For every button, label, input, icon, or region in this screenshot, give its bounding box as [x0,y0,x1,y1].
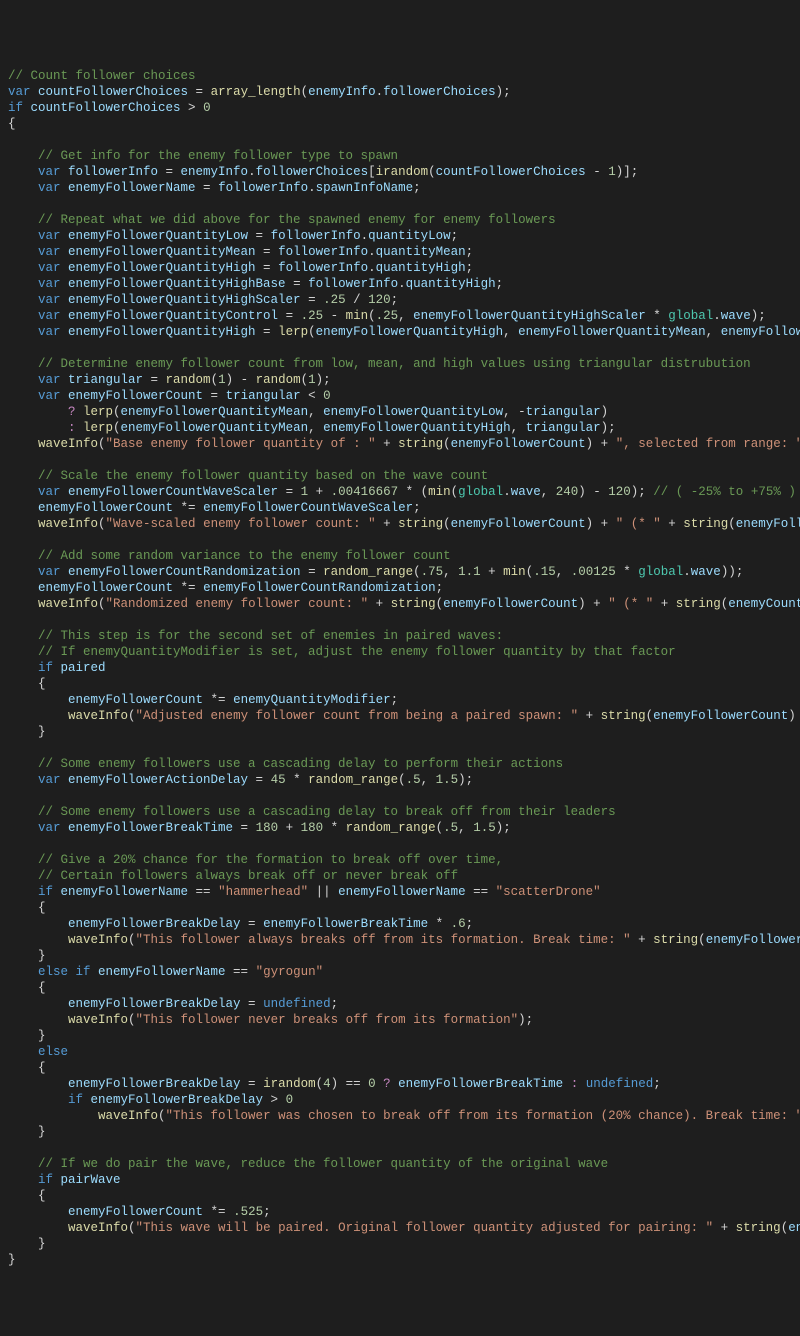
comment: // Count follower choices [8,69,196,83]
kw: var [8,85,38,99]
fn: array_length [211,85,301,99]
var: countFollowerChoices [38,85,188,99]
code-block: // Count follower choices var countFollo… [8,68,792,1268]
